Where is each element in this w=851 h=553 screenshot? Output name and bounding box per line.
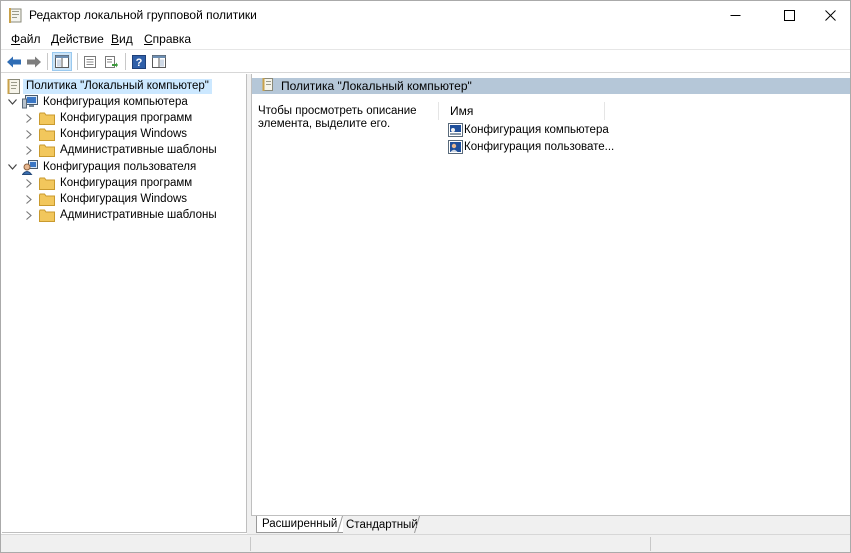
description-text: Чтобы просмотреть описание элемента, выд… — [258, 105, 417, 130]
tab-standard[interactable]: Стандартный — [341, 516, 424, 533]
tree-item-local-computer-policy[interactable]: Политика "Локальный компьютер" — [5, 78, 212, 94]
user-config-icon — [447, 139, 463, 155]
toolbar-separator — [77, 53, 78, 70]
status-separator — [650, 537, 651, 551]
menu-action[interactable]: Действие — [51, 32, 104, 46]
tree-item-label: Конфигурация программ — [60, 111, 193, 124]
menu-help[interactable]: Справка — [144, 32, 191, 46]
title-bar[interactable]: Редактор локальной групповой политики — [1, 1, 850, 29]
menu-file-accel: Ф — [11, 32, 21, 46]
console-tree[interactable]: Политика "Локальный компьютер" Конфигура… — [2, 74, 247, 533]
status-bar — [1, 534, 850, 552]
column-divider — [438, 102, 439, 120]
tab-label: Стандартный — [346, 518, 418, 531]
tree-item-label: Административные шаблоны — [60, 208, 217, 221]
policy-app-icon — [9, 8, 22, 23]
list-item-label: Конфигурация компьютера — [464, 124, 609, 136]
list-item-computer-config[interactable]: Конфигурация компьютера — [447, 122, 609, 138]
expand-chevron-icon[interactable] — [24, 191, 34, 207]
tree-item-user-software-settings[interactable]: Конфигурация программ — [39, 175, 195, 191]
tree-item-computer-config[interactable]: Конфигурация компьютера — [22, 94, 191, 110]
help-button[interactable]: ? — [129, 52, 149, 71]
minimize-button[interactable] — [712, 1, 758, 29]
folder-icon — [39, 175, 55, 191]
toolbar: ? — [1, 49, 850, 73]
export-list-button[interactable] — [101, 52, 121, 71]
tree-item-label: Конфигурация программ — [60, 176, 193, 189]
app-window: Редактор локальной групповой политики Фа… — [0, 0, 851, 553]
menu-action-accel: Д — [51, 32, 60, 46]
folder-icon — [39, 110, 55, 126]
tree-item-label: Конфигурация Windows — [60, 192, 188, 205]
menu-file-label: айл — [20, 32, 41, 46]
menu-file[interactable]: Файл — [11, 32, 41, 46]
tree-item-admin-templates[interactable]: Административные шаблоны — [39, 142, 220, 158]
tree-item-software-settings[interactable]: Конфигурация программ — [39, 110, 195, 126]
close-button[interactable] — [807, 1, 851, 29]
details-header-title: Политика "Локальный компьютер" — [281, 79, 472, 93]
policy-document-icon — [262, 78, 273, 94]
tree-item-label: Конфигурация пользователя — [43, 160, 197, 173]
tab-extended[interactable]: Расширенный — [256, 516, 344, 533]
collapse-chevron-icon[interactable] — [7, 159, 17, 175]
list-item-user-config[interactable]: Конфигурация пользовате... — [447, 139, 614, 155]
expand-chevron-icon[interactable] — [24, 110, 34, 126]
back-button[interactable] — [4, 52, 24, 71]
help-icon: ? — [132, 54, 146, 69]
tree-item-label: Конфигурация компьютера — [43, 95, 188, 108]
menu-help-label: правка — [152, 32, 192, 46]
menu-view-label: ид — [119, 32, 133, 46]
maximize-button[interactable] — [766, 1, 812, 29]
column-header-name[interactable]: Имя — [445, 102, 605, 120]
back-arrow-icon — [7, 56, 21, 67]
console-tree-icon — [55, 55, 69, 68]
menu-view[interactable]: Вид — [111, 32, 133, 46]
expand-chevron-icon[interactable] — [24, 126, 34, 142]
user-icon — [22, 159, 38, 175]
status-separator — [250, 537, 251, 551]
folder-icon — [39, 191, 55, 207]
tab-divider — [414, 516, 420, 533]
properties-button[interactable] — [80, 52, 100, 71]
computer-icon — [22, 94, 38, 110]
menu-action-label: ействие — [59, 32, 104, 46]
menu-help-accel: С — [144, 32, 153, 46]
svg-text:?: ? — [136, 57, 143, 69]
tree-item-label: Политика "Локальный компьютер" — [23, 78, 212, 94]
details-header: Политика "Локальный компьютер" — [252, 78, 850, 94]
expand-chevron-icon[interactable] — [24, 142, 34, 158]
folder-icon — [39, 142, 55, 158]
policy-document-icon — [5, 78, 21, 94]
show-hide-tree-button[interactable] — [52, 52, 72, 71]
folder-icon — [39, 207, 55, 223]
expand-chevron-icon[interactable] — [24, 207, 34, 223]
tree-item-label: Административные шаблоны — [60, 143, 217, 156]
list-item-label: Конфигурация пользовате... — [464, 141, 615, 153]
window-title: Редактор локальной групповой политики — [29, 8, 257, 22]
details-pane: Политика "Локальный компьютер" Чтобы про… — [251, 74, 850, 515]
toolbar-separator — [125, 53, 126, 70]
properties-icon — [84, 55, 96, 68]
column-header-label: Имя — [450, 104, 474, 118]
tree-item-user-admin-templates[interactable]: Административные шаблоны — [39, 207, 220, 223]
forward-button[interactable] — [24, 52, 44, 71]
tree-item-windows-settings[interactable]: Конфигурация Windows — [39, 126, 190, 142]
menu-bar: Файл Действие Вид Справка — [1, 29, 850, 48]
action-pane-icon — [152, 55, 166, 68]
tab-label: Расширенный — [262, 518, 338, 530]
collapse-chevron-icon[interactable] — [7, 94, 17, 110]
toolbar-separator — [47, 53, 48, 70]
view-tabs: Расширенный Стандартный — [251, 515, 850, 534]
computer-config-icon — [447, 122, 463, 138]
expand-chevron-icon[interactable] — [24, 175, 34, 191]
tree-item-label: Конфигурация Windows — [60, 127, 188, 140]
export-list-icon — [105, 55, 118, 68]
show-action-pane-button[interactable] — [149, 52, 169, 71]
tree-item-user-config[interactable]: Конфигурация пользователя — [22, 159, 199, 175]
forward-arrow-icon — [27, 56, 41, 67]
tree-item-user-windows-settings[interactable]: Конфигурация Windows — [39, 191, 190, 207]
folder-icon — [39, 126, 55, 142]
menu-view-accel: В — [111, 32, 120, 46]
